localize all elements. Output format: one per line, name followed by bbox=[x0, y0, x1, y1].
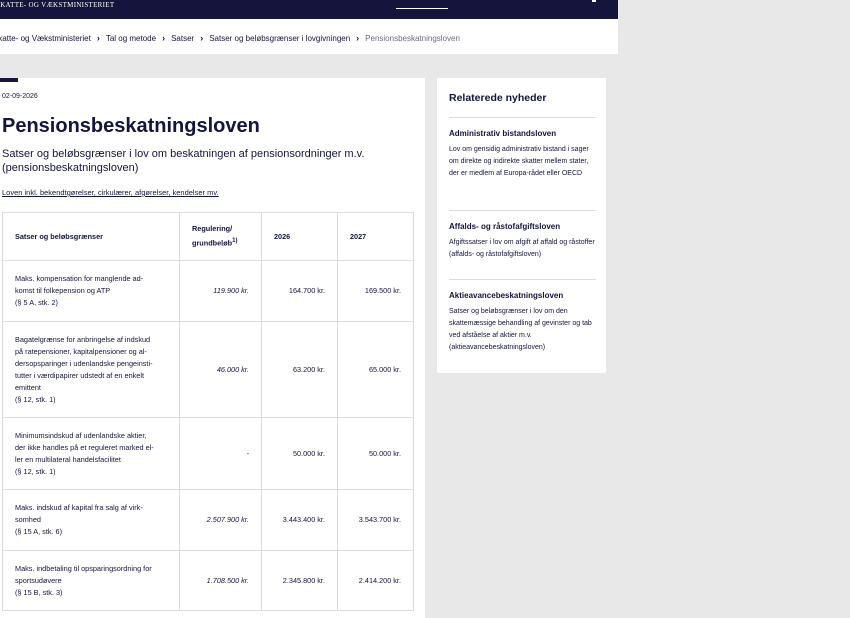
news-item-title[interactable]: Aktieavancebeskatningsloven bbox=[449, 291, 596, 300]
row-value-2027: 50.000 kr. bbox=[337, 417, 414, 490]
news-item-description: Satser og beløbsgrænser i lov om den ska… bbox=[449, 308, 592, 351]
row-value-2026: 63.200 kr. bbox=[261, 321, 338, 418]
breadcrumb-item-ministry[interactable]: Skatte- og Vækstministeriet bbox=[0, 34, 91, 43]
row-description: Minimumsindskud af udenlandske aktier, d… bbox=[2, 417, 180, 490]
breadcrumb-bar: Skatte- og Vækstministeriet › Tal og metod… bbox=[0, 19, 618, 54]
sidebar-heading: Relaterede nyheder bbox=[449, 92, 547, 104]
ministry-logo-text[interactable]: SKATTE- OG VÆKSTMINISTERIET bbox=[0, 1, 114, 9]
column-header-regulering-label: Regulering/ grundbeløb bbox=[192, 224, 233, 248]
row-regulering: - bbox=[179, 417, 262, 490]
chevron-right-icon: › bbox=[162, 33, 166, 43]
news-item-description: Afgiftssatser i lov om afgift af affald … bbox=[449, 239, 595, 258]
table-row: Maks. indskud af kapital fra salg af vir… bbox=[2, 489, 414, 551]
column-header-regulering: Regulering/ grundbeløb1) bbox=[179, 212, 262, 261]
row-description: Bagatelgrænse for anbringelse af indskud… bbox=[2, 321, 180, 418]
news-item-description: Lov om gensidig administrativ bistand i … bbox=[449, 146, 589, 177]
row-value-2026: 3.443.400 kr. bbox=[261, 489, 338, 551]
breadcrumb: Skatte- og Vækstministeriet › Tal og metod… bbox=[0, 33, 460, 43]
chevron-right-icon: › bbox=[96, 33, 100, 43]
column-header-desc: Satser og beløbsgrænser bbox=[2, 212, 180, 261]
news-item[interactable]: Administrativ bistandsloven Lov om gensi… bbox=[449, 117, 596, 180]
divider bbox=[449, 210, 596, 211]
related-news-sidebar: Relaterede nyheder Administrativ bistand… bbox=[437, 78, 606, 373]
law-link[interactable]: Loven inkl. bekendtgørelser, cirkulærer,… bbox=[2, 188, 219, 197]
table-row: Maks. indbetaling til opsparingsordning … bbox=[2, 550, 414, 611]
row-value-2026: 50.000 kr. bbox=[261, 417, 338, 490]
row-regulering: 119.900 kr. bbox=[179, 260, 262, 322]
column-header-2026: 2026 bbox=[261, 212, 338, 261]
page-title: Pensionsbeskatningsloven bbox=[2, 115, 260, 137]
page-subtitle: Satser og beløbsgrænser i lov om beskatn… bbox=[2, 148, 365, 174]
row-description: Maks. indskud af kapital fra salg af vir… bbox=[2, 489, 180, 551]
news-item-title[interactable]: Affalds- og råstofafgiftsloven bbox=[449, 222, 596, 231]
publish-date: 02-09-2026 bbox=[2, 93, 38, 100]
accent-bar bbox=[0, 78, 18, 82]
row-value-2027: 3.543.700 kr. bbox=[337, 489, 414, 551]
row-value-2027: 2.414.200 kr. bbox=[337, 550, 414, 611]
menu-icon[interactable] bbox=[592, 0, 596, 2]
table-row: Bagatelgrænse for anbringelse af indskud… bbox=[2, 321, 414, 418]
table-row: Maks. kompensation for manglende ad- kom… bbox=[2, 260, 414, 322]
column-header-2027: 2027 bbox=[337, 212, 414, 261]
row-value-2026: 164.700 kr. bbox=[261, 260, 338, 322]
chevron-right-icon: › bbox=[356, 33, 360, 43]
row-description: Maks. indbetaling til opsparingsordning … bbox=[2, 550, 180, 611]
table-header-row: Satser og beløbsgrænser Regulering/ grun… bbox=[2, 212, 414, 261]
row-value-2027: 65.000 kr. bbox=[337, 321, 414, 418]
row-description: Maks. kompensation for manglende ad- kom… bbox=[2, 260, 180, 322]
footnote-marker: 1) bbox=[232, 237, 238, 245]
row-regulering: 2.507.900 kr. bbox=[179, 489, 262, 551]
breadcrumb-item-current: Pensionsbeskatningsloven bbox=[365, 34, 460, 43]
breadcrumb-item-lovgivning[interactable]: Satser og beløbsgrænser i lovgivningen bbox=[209, 34, 350, 43]
row-value-2027: 169.500 kr. bbox=[337, 260, 414, 322]
rates-table: Satser og beløbsgrænser Regulering/ grun… bbox=[2, 212, 414, 611]
news-item-title[interactable]: Administrativ bistandsloven bbox=[449, 129, 596, 138]
news-item[interactable]: Affalds- og råstofafgiftsloven Afgiftssa… bbox=[449, 210, 596, 261]
divider bbox=[449, 117, 596, 118]
active-nav-indicator bbox=[396, 8, 448, 9]
site-header: SKATTE- OG VÆKSTMINISTERIET bbox=[0, 0, 618, 19]
chevron-right-icon: › bbox=[200, 33, 204, 43]
row-value-2026: 2.345.800 kr. bbox=[261, 550, 338, 611]
row-regulering: 46.000 kr. bbox=[179, 321, 262, 418]
divider bbox=[449, 279, 596, 280]
article-panel: 02-09-2026 Pensionsbeskatningsloven Sats… bbox=[0, 78, 425, 618]
row-regulering: 1.708.500 kr. bbox=[179, 550, 262, 611]
breadcrumb-item-tal-og-metode[interactable]: Tal og metode bbox=[106, 34, 156, 43]
table-row: Minimumsindskud af udenlandske aktier, d… bbox=[2, 417, 414, 490]
news-item[interactable]: Aktieavancebeskatningsloven Satser og be… bbox=[449, 279, 596, 354]
breadcrumb-item-satser[interactable]: Satser bbox=[171, 34, 194, 43]
